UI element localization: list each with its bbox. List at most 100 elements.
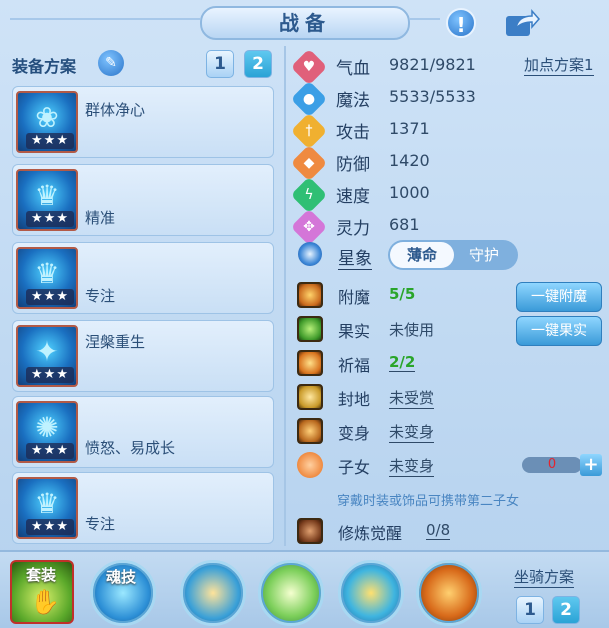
skill-stars: ★★★ bbox=[26, 519, 74, 535]
mount-button-1[interactable]: 1 bbox=[516, 596, 544, 624]
skill-name: 专注 bbox=[85, 515, 116, 533]
soul-skill-slot-3[interactable] bbox=[338, 560, 404, 626]
page-title: 战备 bbox=[200, 6, 410, 40]
skill-card[interactable]: ✺ ★★★ 愤怒、易成长 bbox=[12, 396, 274, 468]
one-click-enchant-button[interactable]: 一键附魔 bbox=[516, 282, 602, 312]
attack-icon: † bbox=[290, 112, 328, 150]
fief-icon bbox=[297, 384, 323, 410]
star-sign-toggle[interactable]: 薄命 守护 bbox=[388, 240, 518, 270]
fief-label: 封地 bbox=[338, 390, 371, 409]
star-sign-label[interactable]: 星象 bbox=[338, 244, 372, 270]
skill-card[interactable]: ❀ ★★★ 群体净心 bbox=[12, 86, 274, 158]
stat-label-defense: 防御 bbox=[336, 155, 370, 175]
child-stepper[interactable]: 0 + bbox=[522, 454, 602, 476]
skill-stars: ★★★ bbox=[26, 367, 74, 383]
child-value[interactable]: 未变身 bbox=[389, 455, 435, 477]
skill-stars: ★★★ bbox=[26, 289, 74, 305]
star-option-fate[interactable]: 薄命 bbox=[390, 242, 454, 268]
child-count: 0 bbox=[522, 457, 582, 473]
skill-icon: ♛ ★★★ bbox=[16, 477, 78, 539]
speed-icon: ϟ bbox=[290, 176, 328, 214]
edit-scheme-button[interactable]: ✎ bbox=[98, 50, 124, 76]
child-label: 子女 bbox=[338, 458, 371, 477]
one-click-fruit-button[interactable]: 一键果实 bbox=[516, 316, 602, 346]
tab-soul-label: 魂技 bbox=[106, 568, 137, 586]
skill-name: 专注 bbox=[85, 287, 116, 305]
skill-icon: ♛ ★★★ bbox=[16, 169, 78, 231]
soul-skill-slot-4[interactable] bbox=[416, 560, 482, 626]
blessing-label: 祈福 bbox=[338, 356, 371, 375]
transform-icon bbox=[297, 418, 323, 444]
enchant-value: 5/5 bbox=[389, 285, 416, 303]
tab-set-label: 套装 bbox=[26, 566, 57, 584]
defense-icon: ◆ bbox=[290, 144, 328, 182]
soul-skill-slot-2[interactable] bbox=[258, 560, 324, 626]
enchant-icon bbox=[297, 282, 323, 308]
fruit-value: 未使用 bbox=[389, 321, 435, 339]
child-hint: 穿戴时装或饰品可携带第二子女 bbox=[337, 494, 520, 509]
skill-icon: ✦ ★★★ bbox=[16, 325, 78, 387]
skill-name: 愤怒、易成长 bbox=[85, 439, 176, 457]
warrior-icon: ♛ bbox=[34, 179, 60, 212]
spirit-icon: ✥ bbox=[290, 208, 328, 246]
pencil-icon: ✎ bbox=[105, 55, 117, 71]
add-point-scheme-link[interactable]: 加点方案1 bbox=[524, 54, 594, 76]
scheme-button-1[interactable]: 1 bbox=[206, 50, 234, 78]
panel-divider bbox=[284, 46, 286, 546]
stat-value-attack: 1371 bbox=[389, 119, 430, 138]
stat-label-attack: 攻击 bbox=[336, 123, 370, 143]
stat-value-speed: 1000 bbox=[389, 183, 430, 202]
skill-name: 涅槃重生 bbox=[85, 333, 146, 351]
title-decoration-right bbox=[410, 18, 440, 20]
hand-icon: ✋ bbox=[30, 588, 60, 616]
skill-icon: ❀ ★★★ bbox=[16, 91, 78, 153]
stat-value-mp: 5533/5533 bbox=[389, 87, 476, 106]
heart-icon: ♥ bbox=[290, 48, 328, 86]
beast-icon: ✺ bbox=[35, 411, 59, 444]
cultivation-icon bbox=[297, 518, 323, 544]
child-icon bbox=[297, 452, 323, 478]
help-button[interactable]: ! bbox=[446, 8, 476, 38]
share-icon bbox=[506, 9, 540, 36]
warrior-icon: ♛ bbox=[34, 257, 60, 290]
share-button[interactable] bbox=[504, 8, 540, 38]
skill-card[interactable]: ♛ ★★★ 精准 bbox=[12, 164, 274, 236]
add-child-button[interactable]: + bbox=[580, 454, 602, 476]
stat-label-mp: 魔法 bbox=[336, 91, 370, 111]
transform-label: 变身 bbox=[338, 424, 371, 443]
fruit-label: 果实 bbox=[338, 322, 371, 341]
skill-stars: ★★★ bbox=[26, 211, 74, 227]
transform-value[interactable]: 未变身 bbox=[389, 421, 435, 443]
mount-scheme-label[interactable]: 坐骑方案 bbox=[514, 566, 575, 588]
skill-card[interactable]: ♛ ★★★ 专注 bbox=[12, 472, 274, 544]
skill-card[interactable]: ♛ ★★★ 专注 bbox=[12, 242, 274, 314]
equipment-screen: 战备 ! 装备方案 ✎ 1 2 ❀ ★★★ 群体净心 ♛ ★★★ 精准 ♛ ★★… bbox=[0, 0, 609, 628]
stat-label-hp: 气血 bbox=[336, 59, 370, 79]
star-sign-icon bbox=[298, 242, 322, 266]
cultivation-value[interactable]: 0/8 bbox=[426, 521, 451, 540]
mount-button-2[interactable]: 2 bbox=[552, 596, 580, 624]
lotus-icon: ❀ bbox=[35, 101, 59, 134]
scheme-label: 装备方案 bbox=[12, 57, 77, 76]
stat-value-hp: 9821/9821 bbox=[389, 55, 476, 74]
stat-label-spirit: 灵力 bbox=[336, 219, 370, 239]
skill-name: 精准 bbox=[85, 209, 116, 227]
skill-icon: ♛ ★★★ bbox=[16, 247, 78, 309]
stat-label-speed: 速度 bbox=[336, 187, 370, 207]
title-decoration-left bbox=[10, 18, 200, 20]
fief-value[interactable]: 未受赏 bbox=[389, 387, 435, 409]
soul-skill-slot-1[interactable] bbox=[180, 560, 246, 626]
skill-stars: ★★★ bbox=[26, 443, 74, 459]
star-option-guard[interactable]: 守护 bbox=[452, 242, 516, 268]
skill-card[interactable]: ✦ ★★★ 涅槃重生 bbox=[12, 320, 274, 392]
stat-value-defense: 1420 bbox=[389, 151, 430, 170]
scheme-button-2[interactable]: 2 bbox=[244, 50, 272, 78]
fruit-icon bbox=[297, 316, 323, 342]
skill-icon: ✺ ★★★ bbox=[16, 401, 78, 463]
enchant-label: 附魔 bbox=[338, 288, 371, 307]
skill-name: 群体净心 bbox=[85, 101, 146, 119]
blessing-value[interactable]: 2/2 bbox=[389, 353, 416, 372]
mana-icon: ● bbox=[290, 80, 328, 118]
cultivation-label: 修炼觉醒 bbox=[338, 524, 403, 543]
blessing-icon bbox=[297, 350, 323, 376]
